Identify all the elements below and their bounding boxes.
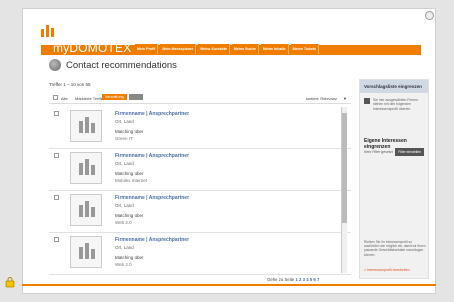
item-checkbox[interactable] [54,195,59,200]
panel-title: Vorschlagsliste eingrenzen [360,80,428,93]
list-item: Firmenname | Ansprechpartner Ort, Land M… [49,233,351,275]
contacts-icon [49,59,61,71]
no-filter-text: Kein Filter gesetzt [364,150,393,154]
filter-button[interactable]: Filter einstellen [395,148,424,156]
logo-text[interactable]: myDOMOTEX [53,41,131,55]
item-checkbox[interactable] [54,153,59,158]
profile-note: Richten Sie Ihr Interessenprofil so ausf… [364,240,426,257]
title-row: Contact recommendations [49,59,177,71]
export-button[interactable] [129,94,143,100]
nav-tickets[interactable]: Meine Tickets [290,44,320,54]
matching-topic: Mobiles Internet [115,178,148,183]
select-all-label: Alle [61,96,68,101]
matching-topic: Green IT [115,136,133,141]
filter-checkbox[interactable] [364,98,370,104]
list-toolbar: Alle Markierte Treffer Verwaltung sortie… [49,92,351,104]
contact-location: Ort, Land [115,119,134,124]
item-checkbox[interactable] [54,111,59,116]
sort-select[interactable]: sortiert: Relevanz [306,96,337,101]
building-icon [70,194,102,226]
contact-location: Ort, Land [115,203,134,208]
list-item: Firmenname | Ansprechpartner Ort, Land M… [49,191,351,233]
results-count: Treffer 1 – 10 von 65 [49,82,91,87]
contact-name-link[interactable]: Firmenname | Ansprechpartner [115,195,189,201]
settings-icon[interactable] [425,11,434,20]
nav-planner[interactable]: Mein Messeplaner [160,44,197,54]
building-icon [70,110,102,142]
building-icon [70,152,102,184]
browser-page: myDOMOTEX Mein Profil Mein Messeplaner M… [22,8,436,294]
lock-icon [5,277,15,288]
matching-label: Matching über [115,171,144,176]
matching-topic: Web 2.0 [115,262,132,267]
contact-location: Ort, Land [115,161,134,166]
marked-label: Markierte Treffer [75,96,105,101]
filter-panel: Vorschlagsliste eingrenzen Sie hier ausg… [359,79,429,279]
list-scrollbar[interactable] [341,107,347,273]
matching-label: Matching über [115,255,144,260]
contact-name-link[interactable]: Firmenname | Ansprechpartner [115,153,189,159]
nav-content[interactable]: Meine Inhalte [260,44,289,54]
select-all-checkbox[interactable] [53,95,58,100]
scrollbar-thumb[interactable] [342,113,347,223]
pagination-label: Gehe zu Seite [267,277,295,282]
contact-name-link[interactable]: Firmenname | Ansprechpartner [115,237,189,243]
nav-profile[interactable]: Mein Profil [135,44,159,54]
matching-topic: Web 2.0 [115,220,132,225]
item-checkbox[interactable] [54,237,59,242]
nav-search[interactable]: Meine Suche [231,44,259,54]
list-item: Firmenname | Ansprechpartner Ort, Land M… [49,149,351,191]
contact-name-link[interactable]: Firmenname | Ansprechpartner [115,111,189,117]
contact-location: Ort, Land [115,245,134,250]
matching-label: Matching über [115,129,144,134]
site-header: myDOMOTEX Mein Profil Mein Messeplaner M… [41,19,421,55]
filter-checkbox-label: Sie hier ausgewählten Firmen stehen mit … [373,98,418,111]
building-icon [70,236,102,268]
list-item: Firmenname | Ansprechpartner Ort, Land M… [49,107,351,149]
pagination: Gehe zu Seite 1 2 3 4 5 6 7 [267,277,319,282]
logo-icon[interactable] [41,25,55,39]
main-nav: Mein Profil Mein Messeplaner Meine Konta… [135,44,320,54]
chevron-down-icon[interactable]: ▼ [343,96,347,101]
pagination-pages[interactable]: 1 2 3 4 5 6 7 [295,277,319,282]
page-title: Contact recommendations [66,59,177,71]
contact-list: Firmenname | Ansprechpartner Ort, Land M… [49,107,351,275]
footer-bar [22,284,436,286]
manage-button[interactable]: Verwaltung [102,94,127,100]
matching-label: Matching über [115,213,144,218]
edit-profile-link[interactable]: > Interessenprofil bearbeiten [364,268,410,272]
nav-contacts[interactable]: Meine Kontakte [198,44,230,54]
